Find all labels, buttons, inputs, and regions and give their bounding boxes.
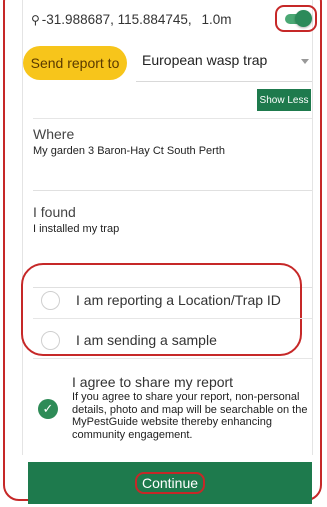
where-input[interactable]: My garden 3 Baron-Hay Ct South Perth <box>33 145 312 157</box>
select-underline <box>136 81 312 82</box>
agree-title: I agree to share my report <box>72 374 234 390</box>
gps-readout: ⚲ -31.988687, 115.884745, 1.0m <box>31 12 231 27</box>
found-label: I found <box>33 204 76 220</box>
gps-coordinates: -31.988687, 115.884745, <box>41 12 192 27</box>
divider <box>33 118 312 119</box>
agree-description: If you agree to share your report, non-p… <box>72 391 308 441</box>
trap-select[interactable]: European wasp trap <box>142 52 267 68</box>
radio-button[interactable] <box>41 290 60 310</box>
agree-share-section[interactable]: ✓ I agree to share my report If you agre… <box>33 364 312 452</box>
continue-button[interactable]: Continue <box>28 462 312 504</box>
send-report-to-label: Send report to <box>23 46 127 80</box>
show-less-button[interactable]: Show Less <box>257 89 311 111</box>
option-send-sample[interactable]: I am sending a sample <box>33 322 312 359</box>
found-input[interactable]: I installed my trap <box>33 223 312 235</box>
checkmark-icon[interactable]: ✓ <box>38 399 58 419</box>
right-divider <box>312 0 313 455</box>
radio-button[interactable] <box>41 330 60 350</box>
gps-accuracy: 1.0m <box>201 12 232 27</box>
location-pin-icon: ⚲ <box>31 13 40 27</box>
where-field[interactable]: Where My garden 3 Baron-Hay Ct South Per… <box>33 126 312 191</box>
option-location-trap-id[interactable]: I am reporting a Location/Trap ID <box>33 282 312 319</box>
continue-label: Continue <box>134 472 206 494</box>
gps-toggle-knob[interactable] <box>295 10 312 27</box>
chevron-down-icon[interactable] <box>301 59 309 64</box>
option-label: I am reporting a Location/Trap ID <box>76 292 281 308</box>
option-label: I am sending a sample <box>76 332 217 348</box>
where-label: Where <box>33 126 75 142</box>
